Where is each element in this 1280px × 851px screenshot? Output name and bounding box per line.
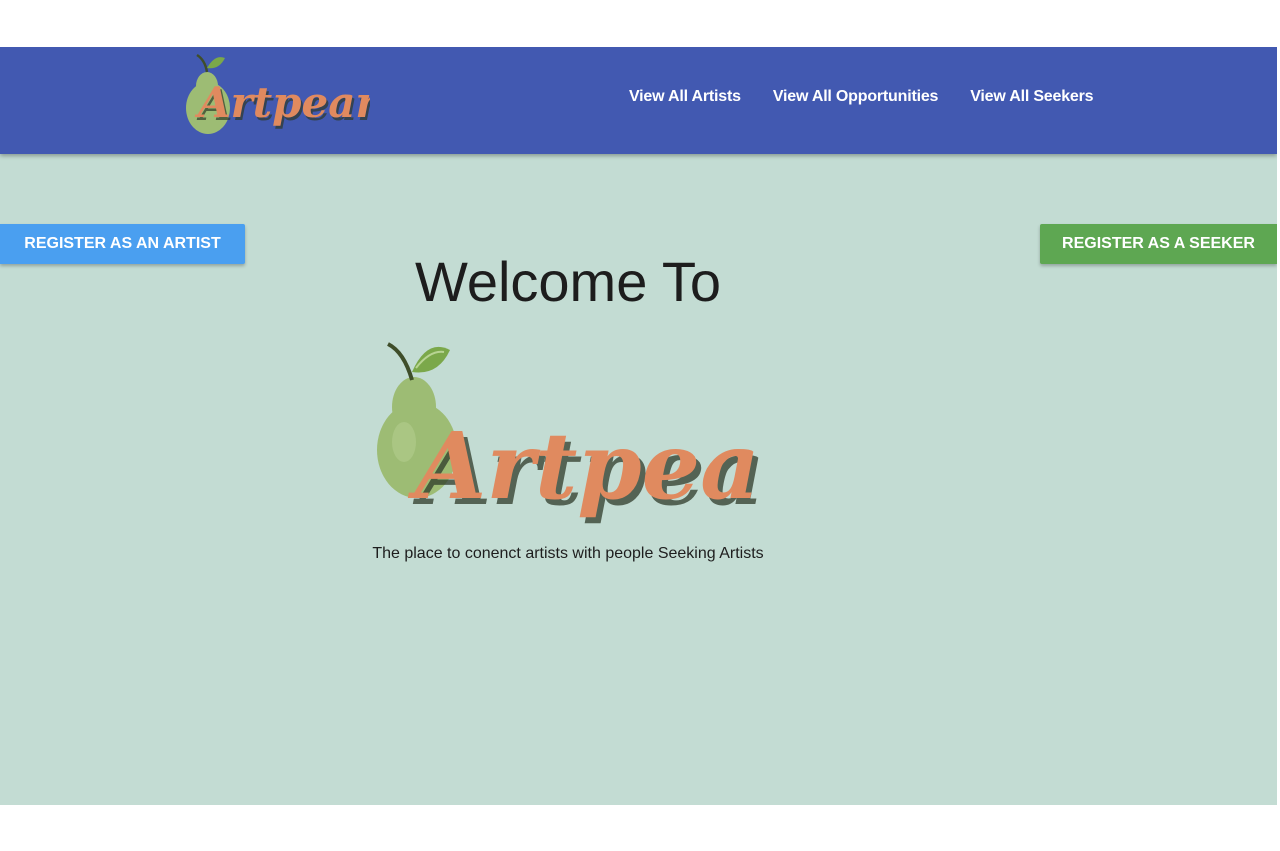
- nav-links: View All Artists View All Opportunities …: [629, 88, 1125, 106]
- tagline: The place to conenct artists with people…: [372, 545, 764, 562]
- nav-link-view-all-opportunities[interactable]: View All Opportunities: [773, 88, 939, 106]
- nav-link-view-all-artists[interactable]: View All Artists: [629, 88, 741, 106]
- register-seeker-button[interactable]: REGISTER AS A SEEKER: [1040, 224, 1277, 264]
- nav-logo[interactable]: Artpear Artpear: [185, 50, 370, 142]
- hero-logo-text: Artpear: [407, 412, 764, 520]
- welcome-heading: Welcome To: [414, 250, 722, 313]
- nav-link-view-all-seekers[interactable]: View All Seekers: [970, 88, 1093, 106]
- app-container: Artpear Artpear View All Artists View Al…: [0, 47, 1277, 805]
- navbar: Artpear Artpear View All Artists View Al…: [0, 47, 1277, 154]
- nav-logo-text-front: Artpear: [194, 78, 370, 127]
- register-artist-button[interactable]: REGISTER AS AN ARTIST: [0, 224, 245, 264]
- hero-logo: Artpear Artpear: [377, 342, 764, 526]
